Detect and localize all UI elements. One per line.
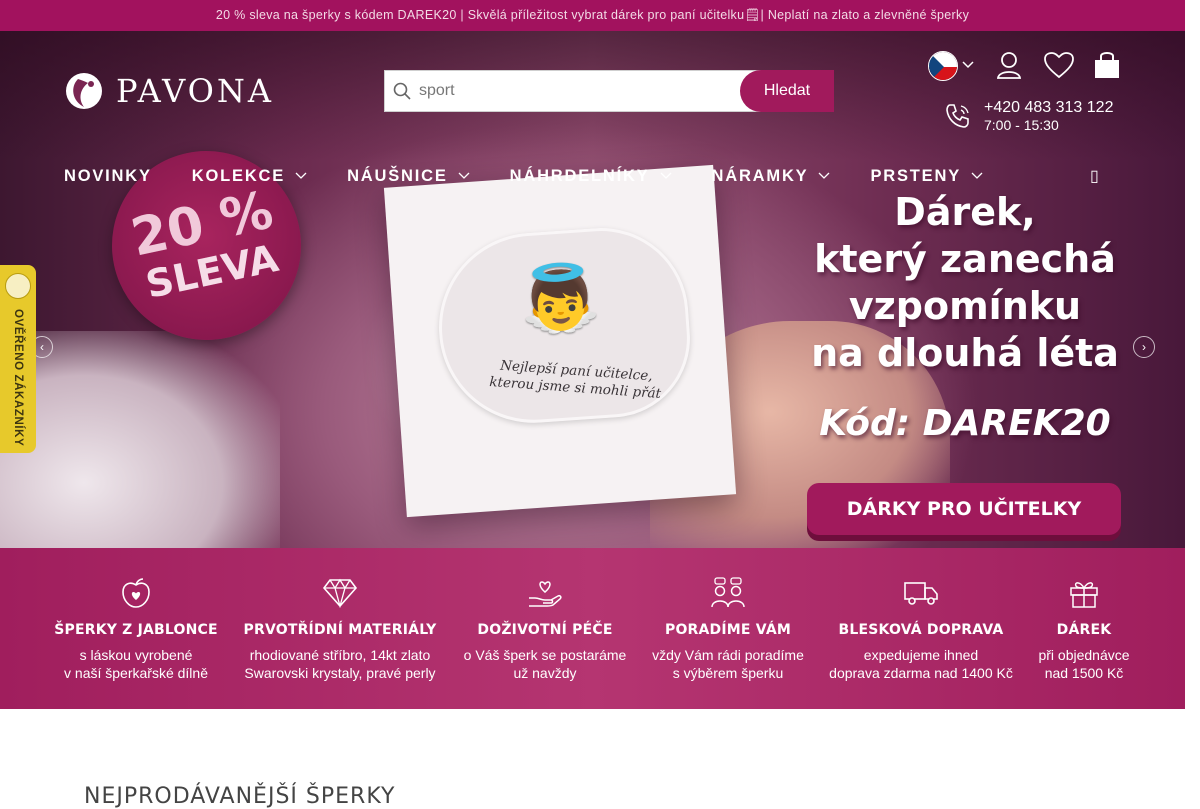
apple-heart-icon	[36, 576, 236, 610]
angel-pendant-icon: 👼	[517, 259, 603, 339]
trust-label: OVĚŘENO ZÁKAZNÍKY	[12, 309, 24, 447]
feature-line: s láskou vyrobené	[79, 647, 193, 663]
hero-sleeve	[0, 331, 280, 548]
chevron-down-icon	[458, 172, 470, 179]
discount-code: Kód: DAREK20	[819, 403, 1111, 444]
nav-item-kolekce[interactable]: KOLEKCE	[192, 167, 307, 186]
slogan-line: vzpomínku	[848, 284, 1082, 328]
chevron-down-icon[interactable]	[958, 49, 978, 81]
nav-item-prsteny[interactable]: PRSTENY	[870, 167, 983, 186]
feature-title: PORADÍME VÁM	[664, 622, 792, 638]
feature-title: ŠPERKY Z JABLONCE	[54, 622, 218, 638]
chevron-down-icon	[295, 172, 307, 179]
nav-item-naramky[interactable]: NÁRAMKY	[712, 167, 831, 186]
feature-line: při objednávce	[1038, 647, 1130, 663]
nav-label: KOLEKCE	[191, 166, 286, 185]
phone-number[interactable]: +420 483 313 122	[984, 99, 1113, 117]
gift-icon	[984, 576, 1184, 610]
feature-line: nad 1500 Kč	[1044, 665, 1124, 681]
chevron-down-icon	[660, 172, 671, 179]
nav-item-novinky[interactable]: NOVINKY	[64, 167, 152, 186]
nav-item-nausnice[interactable]: NÁUŠNICE	[347, 167, 470, 186]
peacock-logo-icon	[66, 73, 102, 109]
feature-line: v naší šperkařské dílně	[64, 665, 208, 681]
nav-label: PRSTENY	[870, 166, 962, 185]
feature-line: Swarovski krystaly, pravé perly	[244, 665, 436, 681]
slogan-line: na dlouhá léta	[811, 331, 1119, 375]
nav-label: NÁHRDELNÍKY	[509, 166, 650, 185]
phone-icon	[946, 104, 969, 128]
feature-item: DÁREK při objednávce nad 1500 Kč	[984, 576, 1184, 682]
feature-item: PRVOTŘÍDNÍ MATERIÁLY rhodiované stříbro,…	[240, 576, 440, 682]
feature-item: ŠPERKY Z JABLONCE s láskou vyrobené v na…	[36, 576, 236, 682]
cta-button[interactable]: DÁRKY PRO UČITELKY	[807, 483, 1121, 535]
feature-line: s výběrem šperku	[672, 665, 784, 681]
people-chat-icon	[628, 576, 828, 610]
nav-more-icon[interactable]: ▯	[1090, 166, 1099, 186]
nav-item-nahrdelniky[interactable]: NÁHRDELNÍKY	[510, 167, 672, 186]
nav-label: NÁUŠNICE	[347, 166, 448, 185]
feature-title: DOŽIVOTNÍ PÉČE	[477, 622, 613, 638]
logo-text: PAVONA	[116, 72, 274, 110]
section-title: NEJPRODÁVANĚJŠÍ ŠPERKY	[84, 784, 396, 809]
language-flag-icon[interactable]	[928, 51, 958, 81]
trust-seal-icon	[5, 273, 31, 299]
diamond-icon	[240, 576, 440, 610]
promo-text: 20 % sleva na šperky s kódem DAREK20 | S…	[215, 8, 970, 22]
feature-item: PORADÍME VÁM vždy Vám rádi poradíme s vý…	[628, 576, 828, 682]
phone-hours: 7:00 - 15:30	[984, 117, 1059, 133]
hand-heart-icon	[445, 576, 645, 610]
feature-title: DÁREK	[1056, 622, 1112, 638]
heart-icon[interactable]	[1043, 49, 1075, 81]
user-icon[interactable]	[993, 49, 1025, 81]
search-icon	[385, 82, 419, 100]
nav-label: NOVINKY	[64, 166, 152, 185]
gift-card: 👼 Nejlepší paní učitelce, kterou jsme si…	[383, 164, 737, 518]
feature-line: už navždy	[513, 665, 577, 681]
search-bar: Hledat	[384, 70, 834, 112]
feature-title: PRVOTŘÍDNÍ MATERIÁLY	[243, 622, 437, 638]
features-strip: ŠPERKY Z JABLONCE s láskou vyrobené v na…	[0, 548, 1185, 709]
chevron-down-icon	[971, 172, 983, 179]
phone-contact[interactable]: +420 483 313 122 7:00 - 15:30	[944, 99, 1113, 133]
logo[interactable]: PAVONA	[64, 69, 274, 113]
promo-topbar: 20 % sleva na šperky s kódem DAREK20 | S…	[0, 0, 1185, 31]
site-header: PAVONA Hledat +420 483 313 122	[0, 31, 1185, 201]
search-input[interactable]	[419, 82, 740, 100]
chevron-down-icon	[819, 172, 830, 179]
search-button[interactable]: Hledat	[740, 70, 834, 112]
feature-line: o Váš šperk se postaráme	[463, 647, 627, 663]
slider-next-arrow-icon[interactable]: ›	[1133, 336, 1155, 358]
main-nav: NOVINKY KOLEKCE NÁUŠNICE NÁHRDELNÍKY NÁR…	[64, 161, 983, 191]
cart-bag-icon[interactable]	[1091, 49, 1123, 81]
nav-label: NÁRAMKY	[711, 166, 809, 185]
trust-badge[interactable]: OVĚŘENO ZÁKAZNÍKY	[0, 265, 36, 453]
hero-slogan: Dárek, který zanechá vzpomínku na dlouhá…	[805, 189, 1125, 377]
feature-line: rhodiované stříbro, 14kt zlato	[249, 647, 431, 663]
feature-item: DOŽIVOTNÍ PÉČE o Váš šperk se postaráme …	[445, 576, 645, 682]
slogan-line: který zanechá	[814, 237, 1116, 281]
feature-line: vždy Vám rádi poradíme	[652, 647, 804, 663]
